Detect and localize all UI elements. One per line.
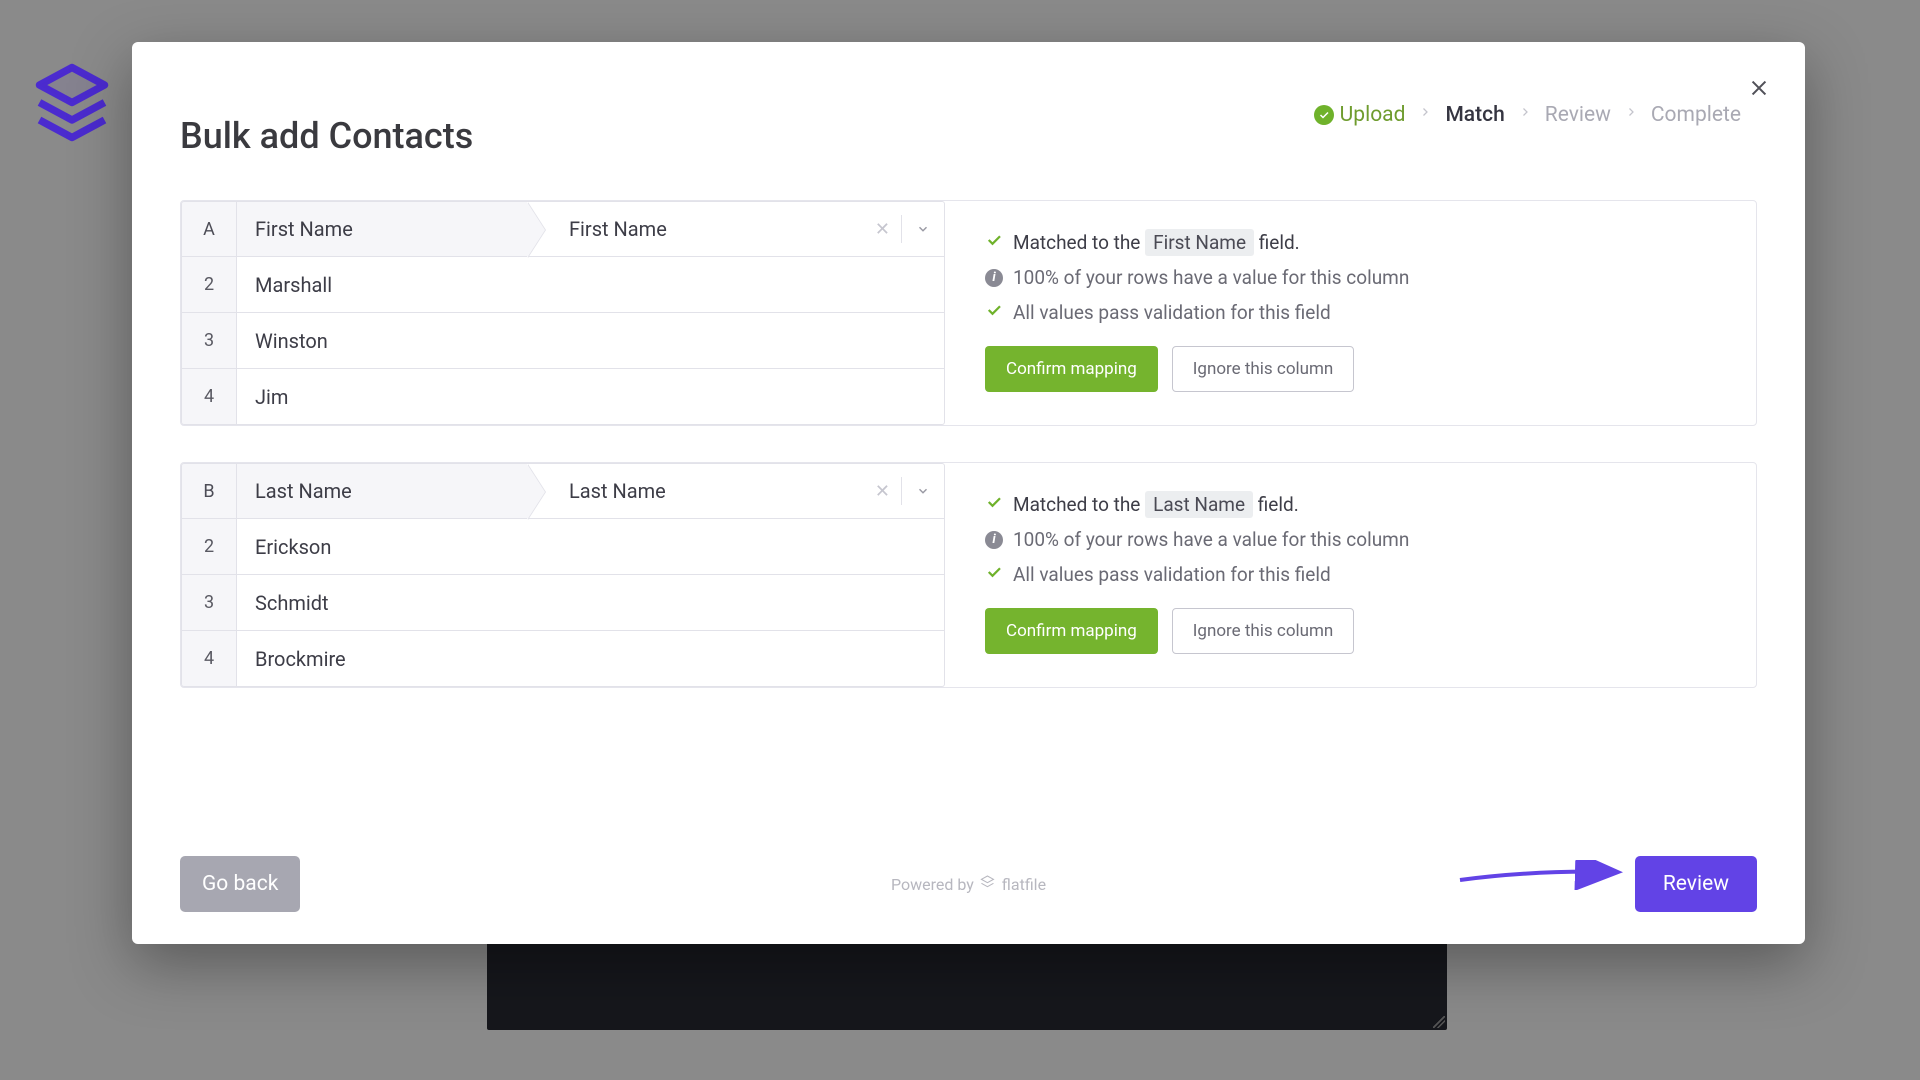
chevron-right-icon	[1419, 102, 1431, 128]
column-action-row: Confirm mapping Ignore this column	[985, 608, 1726, 654]
column-action-row: Confirm mapping Ignore this column	[985, 346, 1726, 392]
column-card-b: B Last Name Last Name ✕ 2 Erickson 3 Sch…	[180, 462, 1757, 688]
go-back-button[interactable]: Go back	[180, 856, 300, 912]
row-number: 4	[181, 631, 237, 687]
matched-prefix: Matched to the	[1013, 231, 1145, 254]
app-logo-icon	[32, 60, 112, 160]
column-letter: A	[181, 201, 237, 257]
modal-header: Bulk add Contacts Upload Match Review Co…	[132, 42, 1805, 182]
chevron-right-icon	[1625, 102, 1637, 128]
column-table-a: A First Name First Name ✕ 2 Marshall 3 W…	[181, 201, 945, 425]
row-value: Winston	[237, 313, 945, 369]
table-row: 4 Jim	[181, 369, 945, 425]
modal-body: A First Name First Name ✕ 2 Marshall 3 W…	[132, 182, 1805, 824]
info-icon: i	[985, 269, 1003, 287]
review-button[interactable]: Review	[1635, 856, 1757, 912]
matched-status: Matched to the First Name field.	[985, 231, 1726, 254]
step-review: Review	[1545, 103, 1611, 127]
stepper: Upload Match Review Complete	[1314, 102, 1741, 128]
row-number: 3	[181, 313, 237, 369]
row-number: 4	[181, 369, 237, 425]
clear-selection-icon[interactable]: ✕	[875, 481, 890, 502]
column-status-a: Matched to the First Name field. i 100% …	[945, 201, 1756, 425]
column-letter: B	[181, 463, 237, 519]
column-status-b: Matched to the Last Name field. i 100% o…	[945, 463, 1756, 687]
coverage-status: i 100% of your rows have a value for thi…	[985, 266, 1726, 289]
powered-by-brand: flatfile	[1002, 875, 1046, 894]
row-value: Marshall	[237, 257, 945, 313]
confirm-mapping-button[interactable]: Confirm mapping	[985, 608, 1158, 654]
table-row: 2 Erickson	[181, 519, 945, 575]
validation-status: All values pass validation for this fiel…	[985, 301, 1726, 324]
column-header-row: A First Name First Name ✕	[181, 201, 945, 257]
modal-footer: Go back Powered by flatfile Review	[132, 824, 1805, 944]
check-icon	[985, 493, 1003, 516]
dest-field-select[interactable]: Last Name ✕	[527, 463, 945, 519]
row-value: Jim	[237, 369, 945, 425]
matched-field-pill: Last Name	[1145, 491, 1253, 518]
ignore-column-button[interactable]: Ignore this column	[1172, 346, 1355, 392]
flatfile-logo-icon	[980, 874, 996, 894]
row-number: 2	[181, 257, 237, 313]
row-value: Erickson	[237, 519, 945, 575]
step-upload-label: Upload	[1340, 103, 1406, 127]
column-table-b: B Last Name Last Name ✕ 2 Erickson 3 Sch…	[181, 463, 945, 687]
dest-field-value: First Name	[569, 217, 667, 241]
coverage-text: 100% of your rows have a value for this …	[1013, 528, 1409, 551]
chevron-right-icon	[1519, 102, 1531, 128]
dest-field-select[interactable]: First Name ✕	[527, 201, 945, 257]
step-upload: Upload	[1314, 103, 1406, 127]
check-circle-icon	[1314, 105, 1334, 125]
table-row: 4 Brockmire	[181, 631, 945, 687]
coverage-text: 100% of your rows have a value for this …	[1013, 266, 1409, 289]
clear-selection-icon[interactable]: ✕	[875, 219, 890, 240]
powered-by: Powered by flatfile	[891, 874, 1046, 894]
matched-prefix: Matched to the	[1013, 493, 1145, 516]
coverage-status: i 100% of your rows have a value for thi…	[985, 528, 1726, 551]
row-value: Brockmire	[237, 631, 945, 687]
matched-field-pill: First Name	[1145, 229, 1254, 256]
confirm-mapping-button[interactable]: Confirm mapping	[985, 346, 1158, 392]
check-icon	[985, 301, 1003, 324]
dest-field-value: Last Name	[569, 479, 666, 503]
matched-suffix: field.	[1253, 493, 1299, 516]
validation-text: All values pass validation for this fiel…	[1013, 301, 1331, 324]
source-header-label: First Name	[237, 201, 527, 257]
table-row: 2 Marshall	[181, 257, 945, 313]
check-icon	[985, 231, 1003, 254]
row-number: 3	[181, 575, 237, 631]
check-icon	[985, 563, 1003, 586]
powered-by-label: Powered by	[891, 875, 974, 894]
matched-suffix: field.	[1254, 231, 1300, 254]
row-value: Schmidt	[237, 575, 945, 631]
bulk-add-modal: Bulk add Contacts Upload Match Review Co…	[132, 42, 1805, 944]
source-header-label: Last Name	[237, 463, 527, 519]
modal-title: Bulk add Contacts	[180, 115, 473, 157]
chevron-down-icon[interactable]	[901, 215, 930, 243]
row-number: 2	[181, 519, 237, 575]
close-button[interactable]	[1743, 72, 1775, 104]
validation-text: All values pass validation for this fiel…	[1013, 563, 1331, 586]
chevron-down-icon[interactable]	[901, 477, 930, 505]
step-complete: Complete	[1651, 103, 1741, 127]
ignore-column-button[interactable]: Ignore this column	[1172, 608, 1355, 654]
validation-status: All values pass validation for this fiel…	[985, 563, 1726, 586]
column-header-row: B Last Name Last Name ✕	[181, 463, 945, 519]
matched-status: Matched to the Last Name field.	[985, 493, 1726, 516]
table-row: 3 Schmidt	[181, 575, 945, 631]
step-match: Match	[1445, 103, 1504, 127]
column-card-a: A First Name First Name ✕ 2 Marshall 3 W…	[180, 200, 1757, 426]
table-row: 3 Winston	[181, 313, 945, 369]
info-icon: i	[985, 531, 1003, 549]
